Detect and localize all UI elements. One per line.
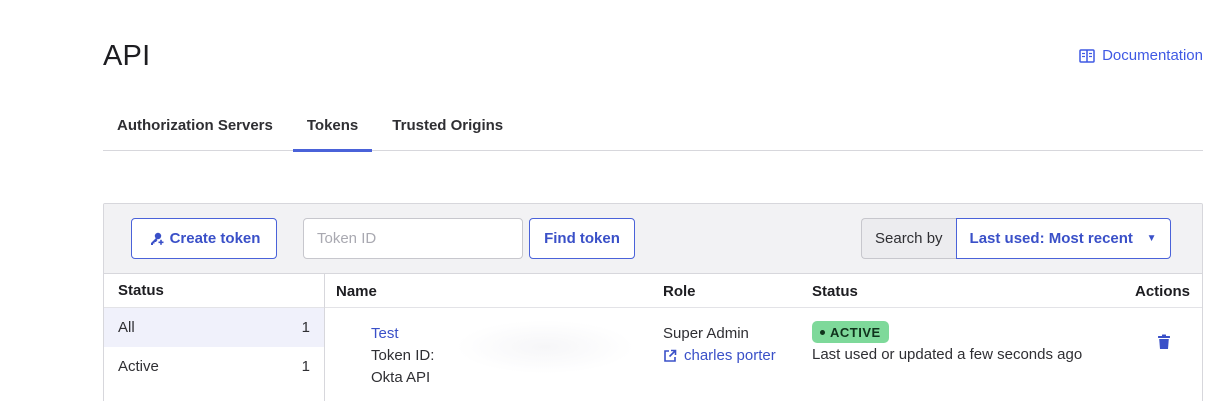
- search-by-group: Search by Last used: Most recent ▼: [861, 218, 1171, 259]
- create-token-label: Create token: [169, 230, 261, 247]
- column-header-name: Name: [336, 283, 377, 300]
- user-name: charles porter: [684, 347, 776, 364]
- add-key-icon: [150, 232, 164, 245]
- caret-down-icon: ▼: [1146, 233, 1157, 244]
- token-id-label: Token ID:: [371, 347, 435, 364]
- search-by-select[interactable]: Last used: Most recent ▼: [955, 218, 1171, 259]
- book-icon: [1079, 48, 1095, 63]
- documentation-link-label: Documentation: [1102, 47, 1203, 64]
- token-id-input[interactable]: [303, 218, 523, 259]
- external-link-icon: [664, 349, 677, 362]
- search-by-value: Last used: Most recent: [969, 230, 1133, 247]
- tokens-table: Name Role Status Actions Test Token ID: …: [325, 274, 1202, 401]
- status-filter-heading: Status: [104, 274, 324, 308]
- table-header: Name Role Status Actions: [325, 274, 1202, 308]
- tab-trusted-origins[interactable]: Trusted Origins: [378, 108, 517, 151]
- tokens-body: Status All 1 Active 1 Name Role Status A…: [104, 274, 1202, 401]
- tokens-panel: Create token Find token Search by Last u…: [103, 203, 1203, 401]
- status-badge-label: ACTIVE: [830, 324, 881, 340]
- token-name-link[interactable]: Test: [371, 323, 434, 345]
- status-filter-label: All: [118, 319, 135, 336]
- trash-icon[interactable]: [1157, 334, 1171, 350]
- status-badge: ACTIVE: [812, 321, 889, 343]
- status-filter-label: Active: [118, 358, 159, 375]
- search-by-label: Search by: [861, 218, 956, 259]
- role-name: Super Admin: [663, 325, 749, 342]
- tab-bar: Authorization Servers Tokens Trusted Ori…: [103, 108, 1203, 152]
- status-filter-sidebar: Status All 1 Active 1: [104, 274, 325, 401]
- token-status-cell: ACTIVE Last used or updated a few second…: [812, 321, 1082, 363]
- user-link[interactable]: charles porter: [663, 345, 776, 367]
- redacted-token-id: [455, 320, 635, 374]
- page-title: API: [103, 40, 151, 72]
- token-name-cell: Test Token ID: Okta API: [371, 323, 434, 389]
- find-token-button[interactable]: Find token: [529, 218, 635, 259]
- tokens-toolbar: Create token Find token Search by Last u…: [104, 204, 1202, 274]
- documentation-link[interactable]: Documentation: [1079, 47, 1203, 64]
- status-filter-count: 1: [301, 319, 310, 336]
- tab-authorization-servers[interactable]: Authorization Servers: [103, 108, 287, 151]
- column-header-actions: Actions: [1134, 283, 1190, 300]
- token-role-cell: Super Admin charles porter: [663, 323, 776, 367]
- status-dot-icon: [820, 329, 825, 335]
- token-source: Okta API: [371, 369, 431, 386]
- create-token-button[interactable]: Create token: [131, 218, 277, 259]
- status-filter-active[interactable]: Active 1: [104, 347, 324, 386]
- column-header-role: Role: [663, 283, 696, 300]
- tab-tokens[interactable]: Tokens: [292, 108, 373, 152]
- api-tokens-page: API Documentation Authorization Servers …: [0, 0, 1213, 401]
- status-filter-all[interactable]: All 1: [104, 308, 324, 347]
- table-row: Test Token ID: Okta API Super Admin char…: [325, 308, 1202, 401]
- status-note: Last used or updated a few seconds ago: [812, 346, 1083, 363]
- status-filter-count: 1: [301, 358, 310, 375]
- column-header-status: Status: [812, 283, 858, 300]
